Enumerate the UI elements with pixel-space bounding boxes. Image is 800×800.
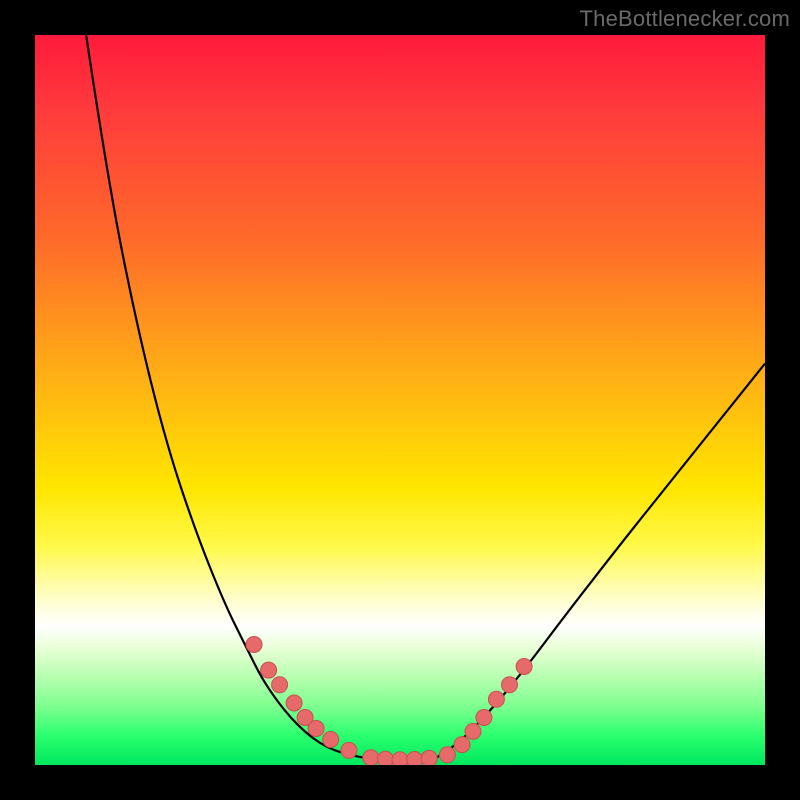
marker-dot xyxy=(465,723,481,739)
marker-dot xyxy=(516,659,532,675)
marker-dot xyxy=(439,747,455,763)
marker-dot xyxy=(363,750,379,765)
marker-dot xyxy=(341,742,357,758)
watermark-text: TheBottlenecker.com xyxy=(580,6,790,32)
marker-dot xyxy=(476,710,492,726)
marker-dot xyxy=(488,691,504,707)
marker-dot xyxy=(502,677,518,693)
marker-dot xyxy=(392,752,408,765)
marker-dot xyxy=(377,751,393,765)
marker-dots-group xyxy=(246,637,532,766)
marker-dot xyxy=(407,752,423,766)
marker-dot xyxy=(308,721,324,737)
marker-dot xyxy=(454,737,470,753)
chart-stage: TheBottlenecker.com xyxy=(0,0,800,800)
marker-dot xyxy=(286,695,302,711)
marker-dot xyxy=(323,732,339,748)
plot-area xyxy=(35,35,765,765)
chart-overlay xyxy=(35,35,765,765)
marker-dot xyxy=(261,662,277,678)
marker-dot xyxy=(272,677,288,693)
v-curve xyxy=(86,35,765,760)
marker-dot xyxy=(421,750,437,765)
marker-dot xyxy=(246,637,262,653)
